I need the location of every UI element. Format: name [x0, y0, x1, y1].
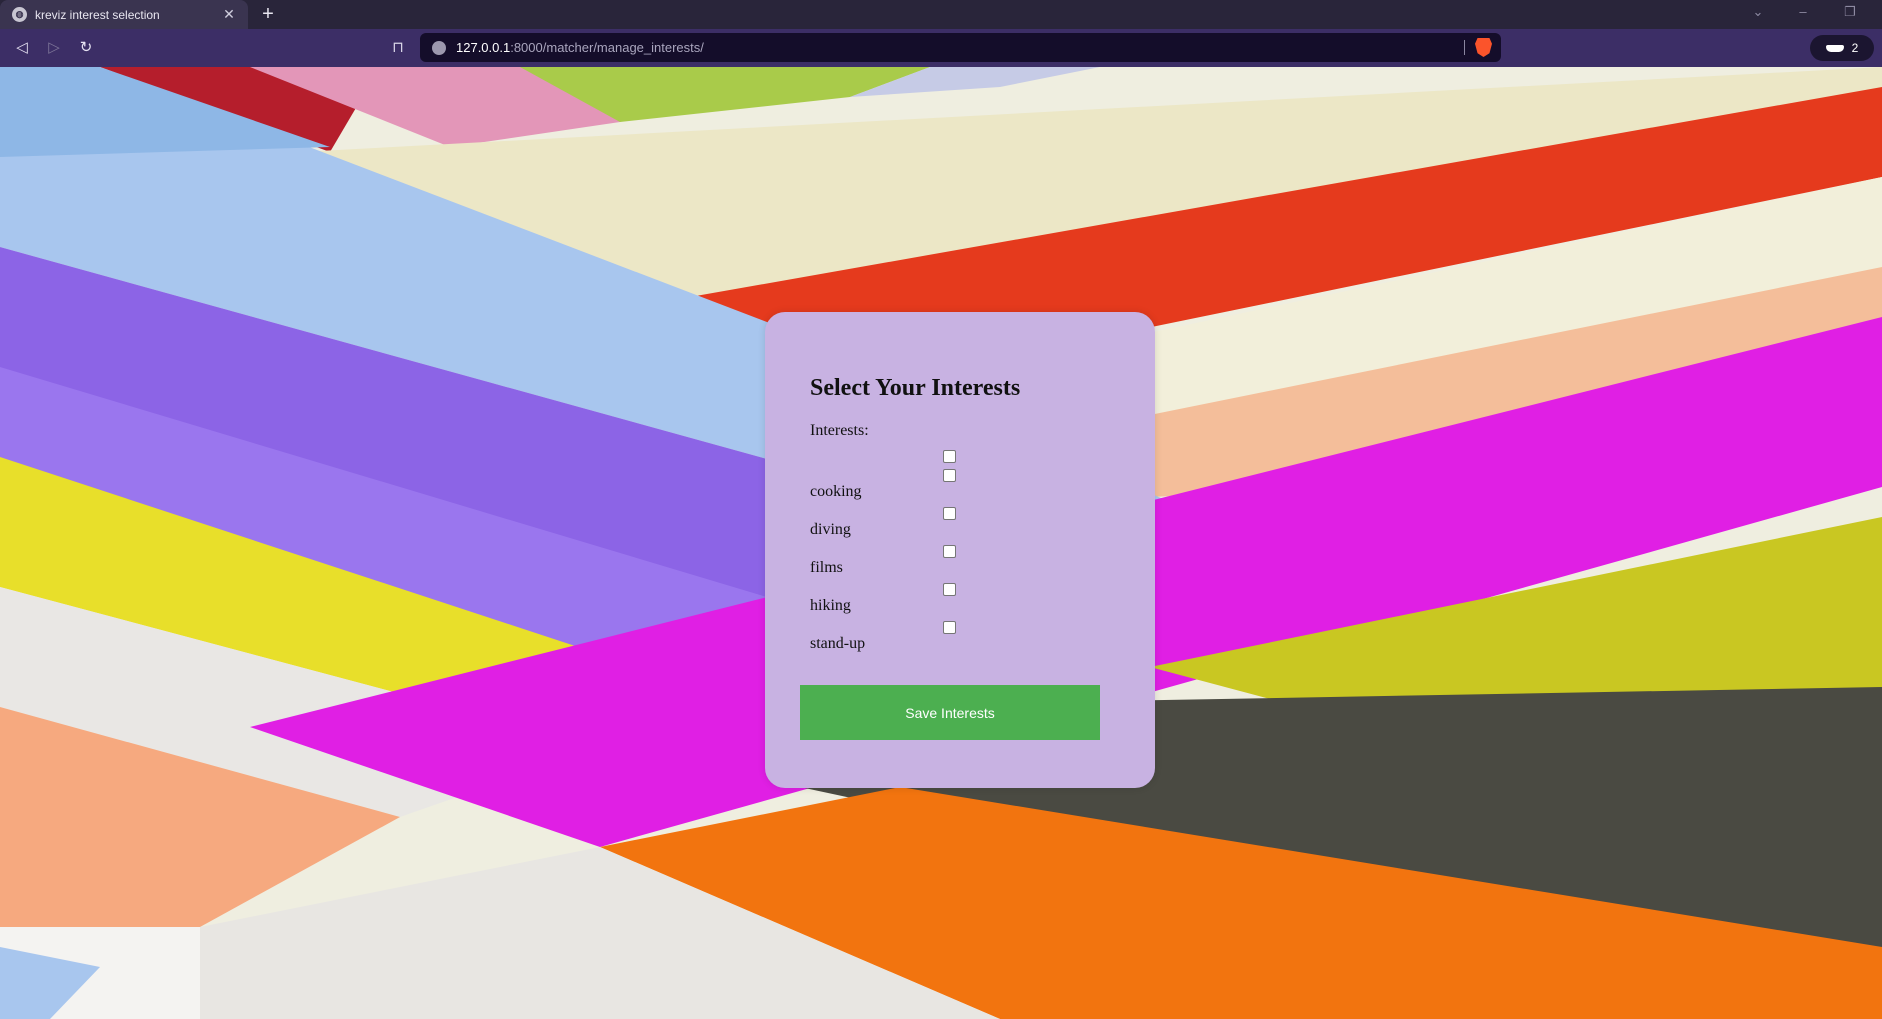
private-profile-button[interactable]: 2	[1810, 35, 1874, 61]
page-title: Select Your Interests	[810, 375, 1021, 401]
checkbox-diving[interactable]	[943, 507, 956, 520]
minimize-icon[interactable]: –	[1793, 4, 1813, 19]
site-info-icon[interactable]	[432, 40, 446, 55]
option-label-stand-up: stand-up	[810, 635, 866, 652]
checkbox-films[interactable]	[943, 545, 956, 558]
option-label-films: films	[810, 559, 843, 576]
page-viewport: Select Your Interests Interests: cooking…	[0, 67, 1882, 1019]
checkbox-stand-up[interactable]	[943, 621, 956, 634]
option-label-hiking: hiking	[810, 597, 851, 614]
option-label-diving: diving	[810, 521, 851, 538]
restore-icon[interactable]: ❐	[1840, 4, 1860, 20]
checkbox[interactable]	[943, 450, 956, 463]
tab-title: kreviz interest selection	[35, 7, 160, 22]
close-tab-icon[interactable]: ✕	[218, 6, 240, 23]
tab-strip: ◍ kreviz interest selection ✕ + ⌄ – ❐	[0, 0, 1882, 29]
new-tab-button[interactable]: +	[256, 2, 280, 26]
option-label-cooking: cooking	[810, 483, 862, 500]
url-path: :8000/matcher/manage_interests/	[510, 40, 704, 55]
interests-label: Interests:	[810, 422, 869, 439]
brave-shields-icon[interactable]	[1475, 38, 1492, 57]
checkbox-hiking[interactable]	[943, 583, 956, 596]
bookmark-icon[interactable]: ⊓	[390, 37, 406, 59]
tab-search-icon[interactable]: ⌄	[1748, 4, 1768, 20]
browser-toolbar: ◁ ▷ ↻ ⊓ 127.0.0.1:8000/matcher/manage_in…	[0, 29, 1882, 67]
url-divider	[1464, 40, 1465, 55]
browser-tab[interactable]: ◍ kreviz interest selection ✕	[0, 0, 248, 29]
save-interests-button[interactable]: Save Interests	[800, 685, 1100, 740]
profile-count: 2	[1851, 41, 1859, 55]
url-host: 127.0.0.1	[456, 40, 511, 55]
back-icon[interactable]: ◁	[11, 37, 33, 59]
reload-icon[interactable]: ↻	[75, 37, 97, 59]
incognito-glasses-icon	[1825, 44, 1844, 52]
checkbox-cooking[interactable]	[943, 469, 956, 482]
forward-icon[interactable]: ▷	[43, 37, 65, 59]
address-bar[interactable]: 127.0.0.1:8000/matcher/manage_interests/	[420, 33, 1501, 62]
interests-card: Select Your Interests Interests: cooking…	[765, 312, 1155, 788]
globe-icon: ◍	[12, 7, 27, 22]
